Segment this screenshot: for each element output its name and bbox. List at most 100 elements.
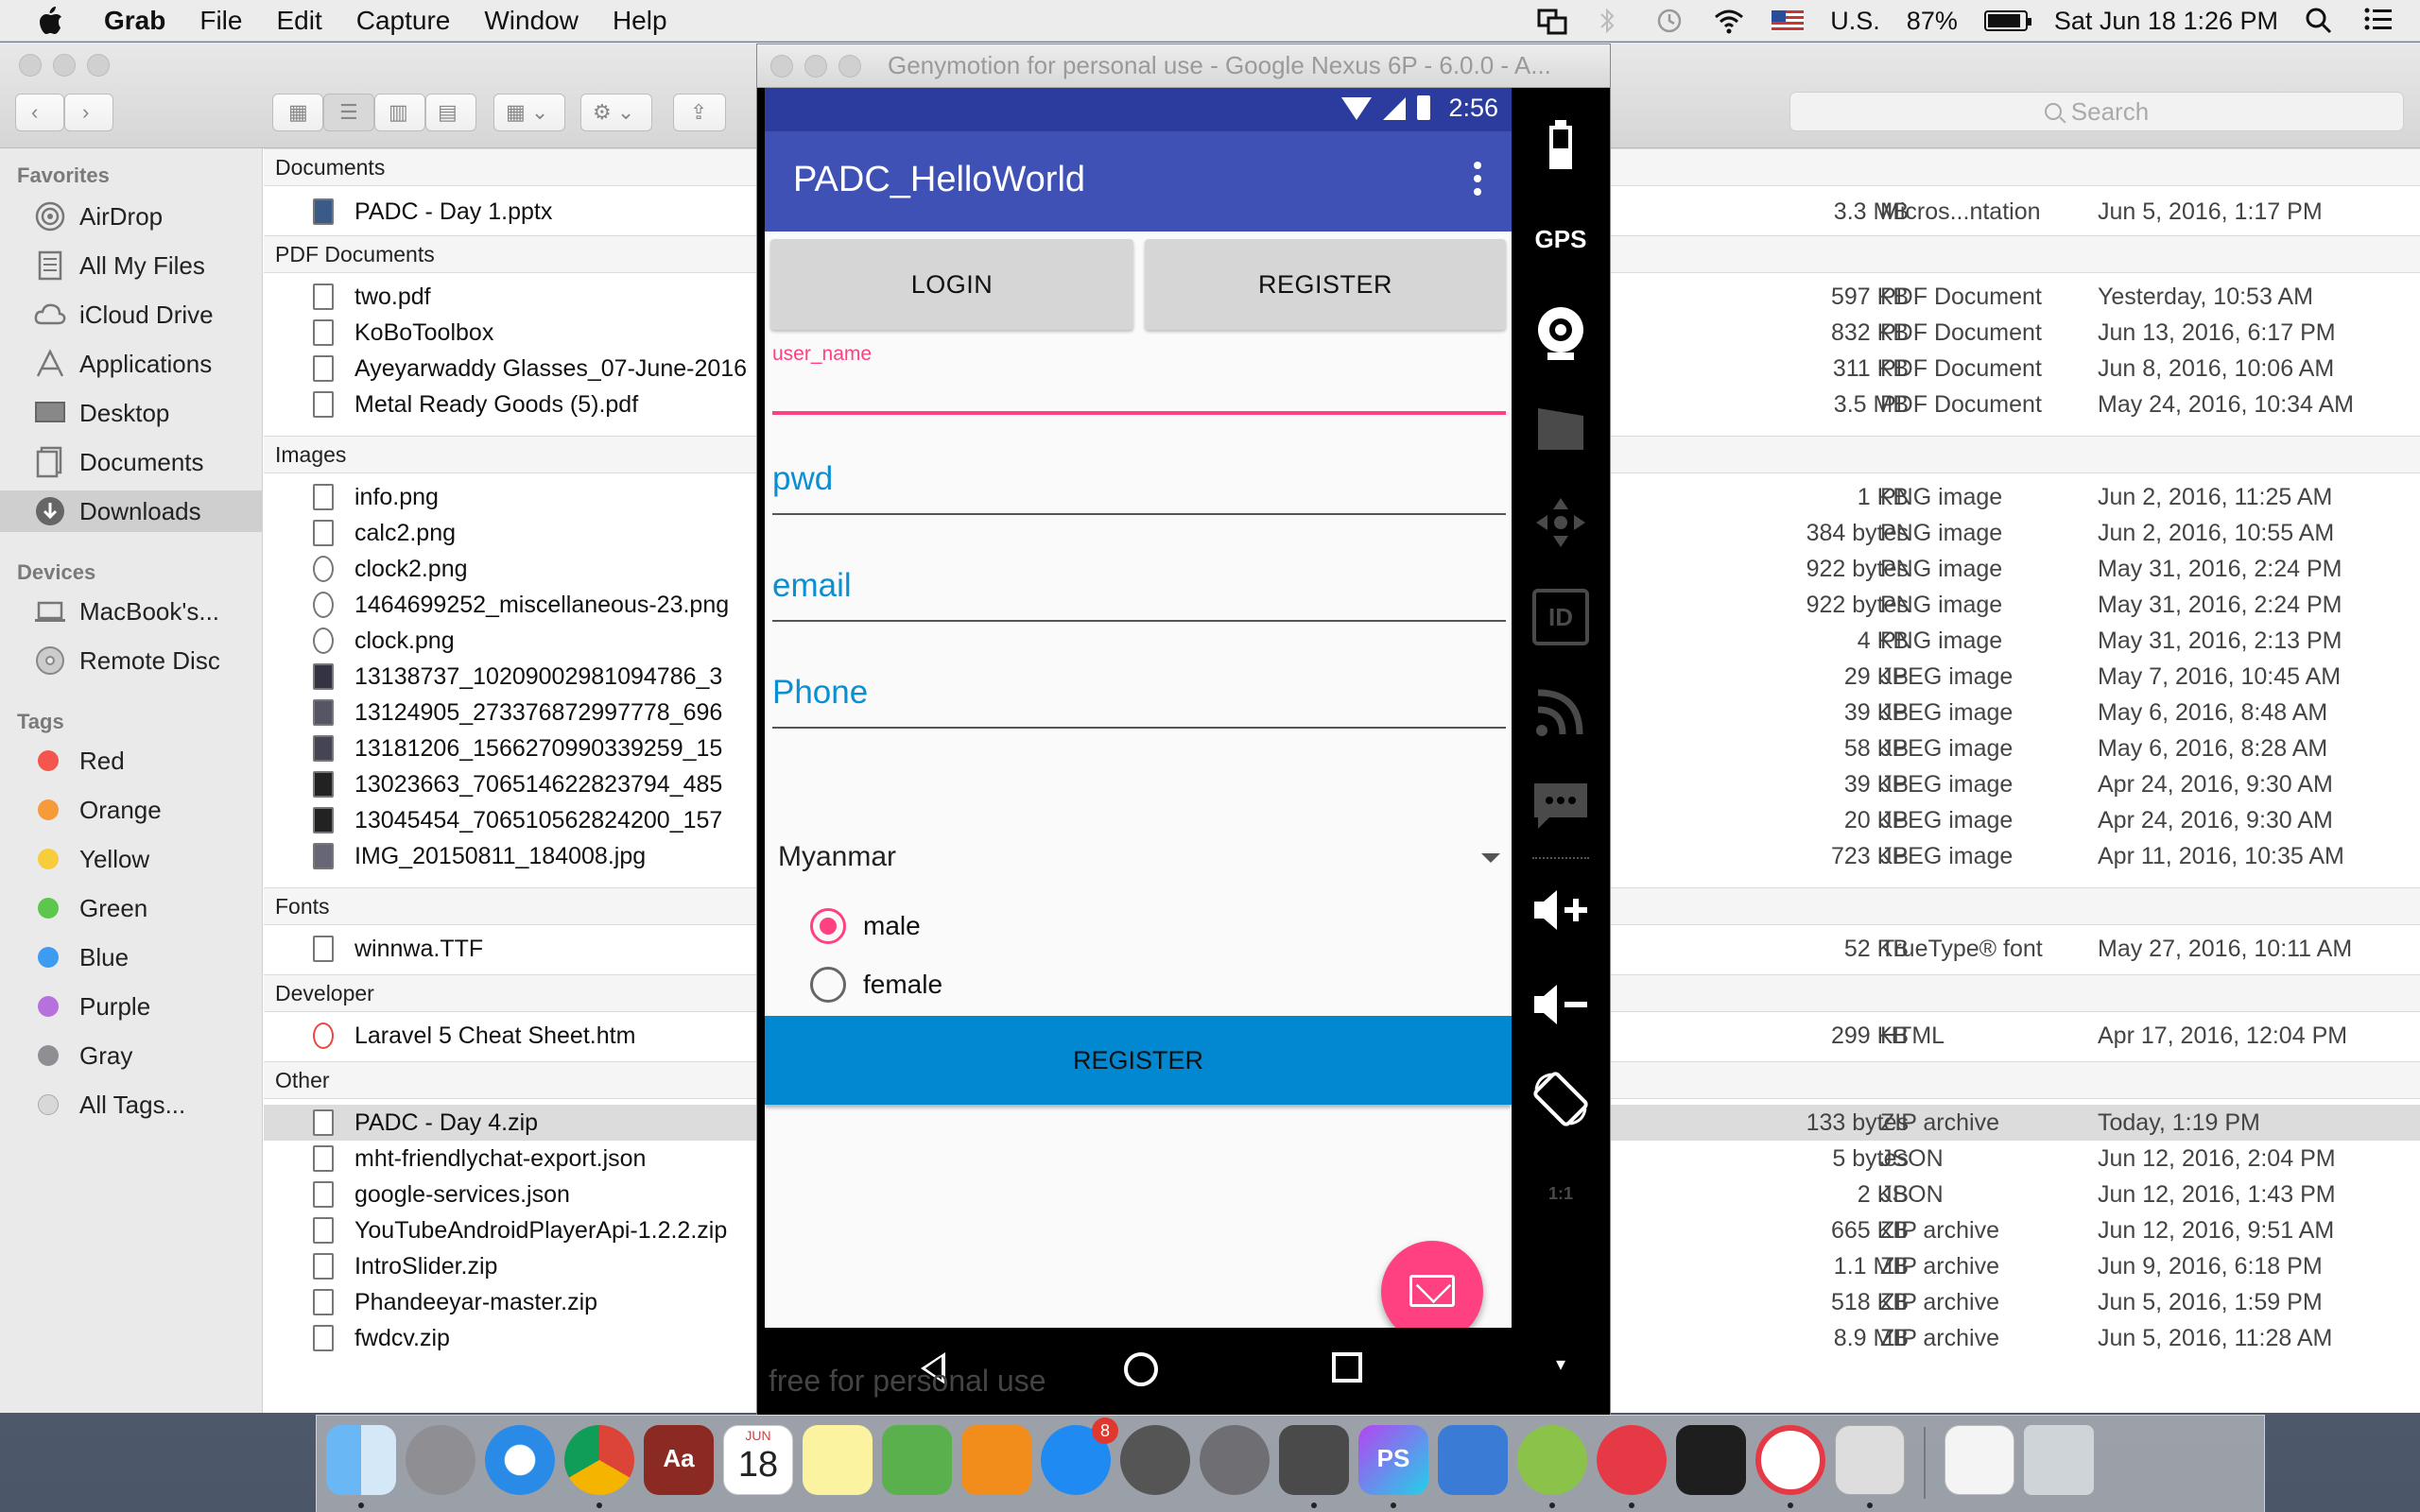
- sidebar-all-tags[interactable]: All Tags...: [0, 1084, 263, 1125]
- evernote-dock-icon[interactable]: [882, 1425, 952, 1495]
- search-field[interactable]: Search: [1789, 92, 2404, 131]
- register-tab-button[interactable]: REGISTER: [1145, 239, 1506, 330]
- dpad-widget-icon[interactable]: [1532, 494, 1589, 551]
- pixel-perfect-icon[interactable]: 1:1: [1532, 1165, 1589, 1222]
- zoom-window-button[interactable]: [87, 54, 110, 77]
- phone-field[interactable]: Phone: [772, 661, 1506, 740]
- virtualbox-dock-icon[interactable]: [1438, 1425, 1508, 1495]
- sms-widget-icon[interactable]: [1532, 778, 1589, 834]
- notes-dock-icon[interactable]: [803, 1425, 873, 1495]
- grab-dock-icon[interactable]: [1835, 1425, 1905, 1495]
- zip-stack-dock-icon[interactable]: [1945, 1425, 2014, 1495]
- email-field[interactable]: email: [772, 554, 1506, 633]
- icon-view-button[interactable]: ▦: [272, 94, 323, 131]
- nav-home-icon[interactable]: [1124, 1352, 1158, 1386]
- input-source-label[interactable]: U.S.: [1830, 7, 1880, 36]
- calendar-dock-icon[interactable]: JUN 18: [723, 1425, 793, 1495]
- menu-capture[interactable]: Capture: [356, 6, 451, 36]
- sidebar-tag-green[interactable]: Green: [0, 887, 263, 929]
- sidebar-tag-purple[interactable]: Purple: [0, 986, 263, 1027]
- panel-more-icon[interactable]: ▾: [1532, 1335, 1589, 1392]
- trash-dock-icon[interactable]: [2024, 1425, 2094, 1495]
- genymotion-dock-icon[interactable]: [1597, 1425, 1667, 1495]
- minimize-window-button[interactable]: [53, 54, 76, 77]
- menu-file[interactable]: File: [199, 6, 242, 36]
- chrome-dock-icon[interactable]: [564, 1425, 634, 1495]
- webcam-widget-icon[interactable]: [1532, 305, 1589, 362]
- sidebar-item-macbook[interactable]: MacBook's...: [0, 591, 263, 632]
- sidebar-item-downloads[interactable]: Downloads: [0, 490, 263, 532]
- terminal-dock-icon[interactable]: [1676, 1425, 1746, 1495]
- apple-menu-icon[interactable]: [36, 4, 70, 38]
- sidebar-tag-blue[interactable]: Blue: [0, 936, 263, 978]
- gender-radio-male[interactable]: male: [810, 908, 921, 944]
- overflow-menu-icon[interactable]: [1474, 162, 1481, 199]
- rss-widget-icon[interactable]: [1532, 683, 1589, 740]
- spotlight-search-icon[interactable]: [2305, 7, 2337, 35]
- app-store-dock-icon[interactable]: 8: [1041, 1418, 1118, 1495]
- register-submit-button[interactable]: REGISTER: [765, 1016, 1512, 1105]
- android-studio-dock-icon[interactable]: [1517, 1425, 1587, 1495]
- forward-button[interactable]: ›: [64, 94, 113, 131]
- dictionary-dock-icon[interactable]: Aa: [644, 1425, 714, 1495]
- rotate-screen-icon[interactable]: [1532, 1071, 1589, 1127]
- volume-down-icon[interactable]: [1532, 976, 1589, 1033]
- launchpad-dock-icon[interactable]: [406, 1425, 475, 1495]
- sidebar-tag-red[interactable]: Red: [0, 740, 263, 782]
- nav-recents-icon[interactable]: [1332, 1352, 1362, 1383]
- menu-app-grab[interactable]: Grab: [104, 6, 165, 36]
- menu-window[interactable]: Window: [484, 6, 579, 36]
- minimize-window-button[interactable]: [804, 55, 827, 77]
- menu-help[interactable]: Help: [613, 6, 667, 36]
- sidebar-item-remote-disc[interactable]: Remote Disc: [0, 640, 263, 681]
- safari-dock-icon[interactable]: [485, 1425, 555, 1495]
- gender-radio-female[interactable]: female: [810, 967, 942, 1003]
- back-button[interactable]: ‹: [15, 94, 64, 131]
- wifi-icon[interactable]: [1713, 7, 1745, 35]
- battery-percent[interactable]: 87%: [1907, 7, 1958, 36]
- share-button[interactable]: ⇪: [673, 94, 726, 131]
- password-field[interactable]: pwd: [772, 447, 1506, 526]
- menu-edit[interactable]: Edit: [276, 6, 321, 36]
- volume-up-icon[interactable]: [1532, 882, 1589, 938]
- sidebar-item-all-my-files[interactable]: All My Files: [0, 245, 263, 286]
- login-button[interactable]: LOGIN: [770, 239, 1133, 330]
- gps-widget-icon[interactable]: GPS: [1532, 211, 1589, 267]
- country-spinner[interactable]: Myanmar: [778, 829, 1506, 885]
- system-preferences-dock-icon[interactable]: [1120, 1425, 1190, 1495]
- sidebar-item-icloud-drive[interactable]: iCloud Drive: [0, 294, 263, 335]
- email-fab-button[interactable]: [1381, 1241, 1483, 1328]
- genymotion-player-dock-icon[interactable]: [1755, 1425, 1825, 1495]
- zoom-window-button[interactable]: [838, 55, 861, 77]
- cover-flow-button[interactable]: ▤: [425, 94, 476, 131]
- action-gear-button[interactable]: ⚙ ⌄: [580, 94, 652, 131]
- column-view-button[interactable]: ▥: [374, 94, 425, 131]
- ibooks-dock-icon[interactable]: [961, 1425, 1031, 1495]
- sidebar-item-documents[interactable]: Documents: [0, 441, 263, 483]
- close-window-button[interactable]: [19, 54, 42, 77]
- sequel-pro-dock-icon[interactable]: [1200, 1425, 1270, 1495]
- menubar-clock[interactable]: Sat Jun 18 1:26 PM: [2054, 7, 2278, 36]
- sidebar-tag-gray[interactable]: Gray: [0, 1035, 263, 1076]
- teamviewer-icon[interactable]: [1537, 7, 1569, 35]
- close-window-button[interactable]: [770, 55, 793, 77]
- sidebar-item-desktop[interactable]: Desktop: [0, 392, 263, 434]
- sidebar-item-airdrop[interactable]: AirDrop: [0, 196, 263, 237]
- bluetooth-icon[interactable]: [1596, 7, 1628, 35]
- sidebar-tag-orange[interactable]: Orange: [0, 789, 263, 831]
- us-flag-icon[interactable]: [1772, 10, 1805, 31]
- sidebar-item-applications[interactable]: Applications: [0, 343, 263, 385]
- notification-center-icon[interactable]: [2363, 7, 2395, 35]
- battery-icon[interactable]: [1983, 10, 2031, 31]
- list-view-button[interactable]: ☰: [323, 94, 374, 131]
- device-id-widget-icon[interactable]: ID: [1532, 589, 1589, 645]
- screencast-widget-icon[interactable]: [1532, 400, 1589, 456]
- username-field[interactable]: user_name: [772, 339, 1506, 419]
- genymotion-title-bar[interactable]: Genymotion for personal use - Google Nex…: [757, 44, 1610, 88]
- sublime-text-dock-icon[interactable]: [1279, 1425, 1349, 1495]
- time-machine-icon[interactable]: [1654, 7, 1686, 35]
- battery-widget-icon[interactable]: [1532, 116, 1589, 173]
- arrange-button[interactable]: ▦ ⌄: [493, 94, 565, 131]
- sidebar-tag-yellow[interactable]: Yellow: [0, 838, 263, 880]
- phpstorm-dock-icon[interactable]: PS: [1358, 1425, 1428, 1495]
